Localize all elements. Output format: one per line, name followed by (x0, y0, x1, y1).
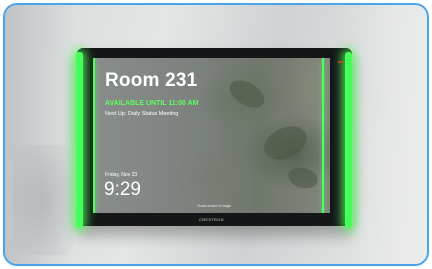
panel-sensor-mark (338, 61, 343, 63)
availability-status: AVAILABLE UNTIL 11:00 AM (105, 100, 199, 107)
status-led-right (345, 52, 352, 228)
touch-screen[interactable]: Room 231 AVAILABLE UNTIL 11:00 AM Next U… (93, 58, 330, 213)
wall-shadow (13, 145, 73, 255)
room-name: Room 231 (105, 70, 198, 91)
status-led-left (76, 52, 83, 228)
touch-to-begin-hint[interactable]: Touch screen to begin (197, 204, 231, 208)
current-date: Friday, Nov 23 (105, 172, 138, 178)
wall-background-right (347, 5, 427, 264)
current-time: 9:29 (104, 179, 141, 200)
screen-border-right (322, 58, 324, 213)
brand-logo: CRESTRON (199, 217, 224, 222)
screen-border-left (93, 58, 95, 213)
next-meeting: Next Up: Daily Status Meeting (105, 111, 179, 117)
